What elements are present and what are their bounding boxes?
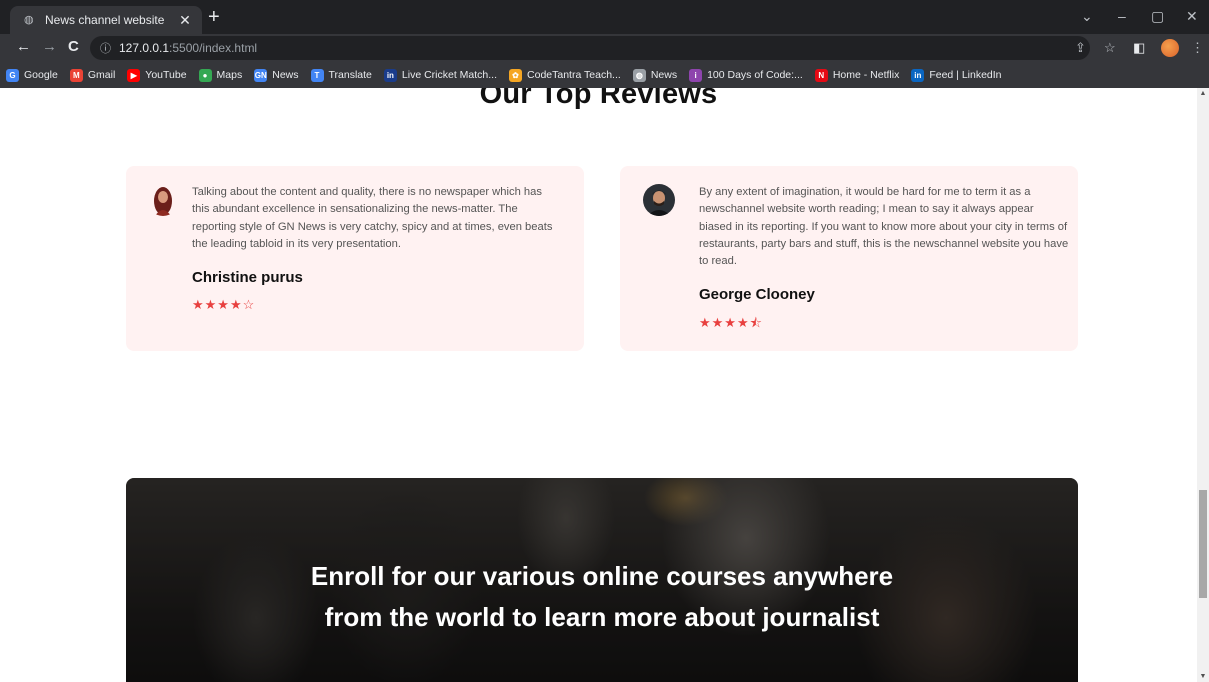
review-card: Talking about the content and quality, t… <box>126 166 584 351</box>
browser-chrome: ◍ News channel website ✕ + ⌄ – ▢ ✕ ← → C… <box>0 0 1209 88</box>
reviewer-name: George Clooney <box>699 286 815 303</box>
scroll-down-arrow-icon[interactable]: ▼ <box>1199 673 1207 680</box>
bookmark-item[interactable]: GN News <box>254 68 299 82</box>
codedays-icon: i <box>689 68 703 82</box>
bookmark-label: Live Cricket Match... <box>401 69 498 81</box>
bookmark-item[interactable]: M Gmail <box>69 68 116 82</box>
review-card: By any extent of imagination, it would b… <box>620 166 1078 351</box>
bookmark-label: Home - Netflix <box>832 69 900 81</box>
tab-title: News channel website <box>45 13 165 27</box>
side-panel-icon[interactable]: ◧ <box>1133 40 1145 56</box>
bookmark-item[interactable]: ✿ CodeTantra Teach... <box>509 68 621 82</box>
review-text: By any extent of imagination, it would b… <box>699 186 1069 268</box>
bookmark-label: Feed | LinkedIn <box>929 69 1002 81</box>
bookmark-label: News <box>650 69 678 81</box>
gmail-icon: M <box>69 68 83 82</box>
window-close-icon[interactable]: ✕ <box>1186 8 1198 25</box>
bookmark-item[interactable]: in Live Cricket Match... <box>383 68 498 82</box>
bookmark-label: YouTube <box>145 69 187 81</box>
globe-icon: ◍ <box>632 68 646 82</box>
bookmark-item[interactable]: i 100 Days of Code:... <box>689 68 803 82</box>
bookmark-item[interactable]: ● Maps <box>198 68 243 82</box>
browser-toolbar: ← → C ⓘ 127.0.0.1:5500/index.html ⇪ ☆ ◧ … <box>0 34 1209 62</box>
reviewer-avatar <box>643 184 675 216</box>
bookmark-label: Translate <box>328 69 372 81</box>
bookmark-item[interactable]: ◍ News <box>632 68 678 82</box>
google-news-icon: GN <box>254 68 268 82</box>
bookmarks-bar: G Google M Gmail ▶ YouTube ● Maps GN News T Transla… <box>0 62 1209 88</box>
globe-icon: ◍ <box>24 14 34 26</box>
url-path: :5500/index.html <box>169 41 258 55</box>
netflix-icon: N <box>814 68 828 82</box>
bookmark-item[interactable]: T Translate <box>310 68 372 82</box>
bookmark-label: Google <box>24 69 58 81</box>
banner-heading: Enroll for our various online courses an… <box>310 561 894 632</box>
codetantra-icon: ✿ <box>509 68 523 82</box>
google-icon: G <box>6 68 19 82</box>
reviewer-name: Christine purus <box>192 269 303 286</box>
browser-tab[interactable]: ◍ News channel website ✕ <box>10 6 202 34</box>
star-rating: ★★★★☆ <box>192 297 256 312</box>
maps-icon: ● <box>198 68 212 82</box>
cricket-icon: in <box>383 68 397 82</box>
bookmark-item[interactable]: G Google <box>6 68 58 82</box>
scrollbar-thumb[interactable] <box>1199 490 1207 598</box>
reload-icon[interactable]: C <box>68 39 79 55</box>
scroll-up-arrow-icon[interactable]: ▲ <box>1199 90 1207 97</box>
back-arrow-icon[interactable]: ← <box>16 39 31 55</box>
bookmark-label: News <box>272 69 299 81</box>
profile-avatar-icon[interactable] <box>1161 39 1179 57</box>
url-host: 127.0.0.1 <box>119 41 170 55</box>
share-icon[interactable]: ⇪ <box>1075 40 1086 56</box>
forward-arrow-icon[interactable]: → <box>42 39 57 55</box>
review-text: Talking about the content and quality, t… <box>192 186 553 250</box>
linkedin-icon: in <box>911 68 925 82</box>
bookmark-label: 100 Days of Code:... <box>707 69 803 81</box>
bookmark-label: Maps <box>216 69 243 81</box>
reviewer-avatar <box>147 184 179 216</box>
tab-strip: ◍ News channel website ✕ + ⌄ – ▢ ✕ <box>0 0 1209 34</box>
bookmark-star-icon[interactable]: ☆ <box>1104 40 1116 56</box>
minimize-icon[interactable]: – <box>1118 8 1126 24</box>
bookmark-item[interactable]: in Feed | LinkedIn <box>911 68 1002 82</box>
translate-icon: T <box>310 68 324 82</box>
bookmark-label: Gmail <box>87 69 116 81</box>
page-scrollbar[interactable]: ▲ ▼ <box>1197 88 1209 682</box>
menu-kebab-icon[interactable]: ⋮ <box>1191 40 1204 56</box>
new-tab-button[interactable]: + <box>208 7 220 27</box>
page-viewport: Our Top Reviews Talking about the conten… <box>0 88 1197 682</box>
star-rating: ★★★★⯪ <box>699 315 763 330</box>
courses-banner: Enroll for our various online courses an… <box>126 478 1078 682</box>
restore-icon[interactable]: ▢ <box>1151 8 1164 25</box>
bookmark-label: CodeTantra Teach... <box>527 69 621 81</box>
youtube-icon: ▶ <box>127 68 141 82</box>
bookmark-item[interactable]: N Home - Netflix <box>814 68 900 82</box>
site-info-icon[interactable]: ⓘ <box>100 40 111 56</box>
close-tab-icon[interactable]: ✕ <box>176 12 194 29</box>
bookmark-item[interactable]: ▶ YouTube <box>127 68 187 82</box>
tab-search-chevron-icon[interactable]: ⌄ <box>1081 8 1093 25</box>
reviews-title: Our Top Reviews <box>479 88 718 110</box>
address-bar[interactable]: ⓘ 127.0.0.1:5500/index.html <box>90 36 1090 60</box>
